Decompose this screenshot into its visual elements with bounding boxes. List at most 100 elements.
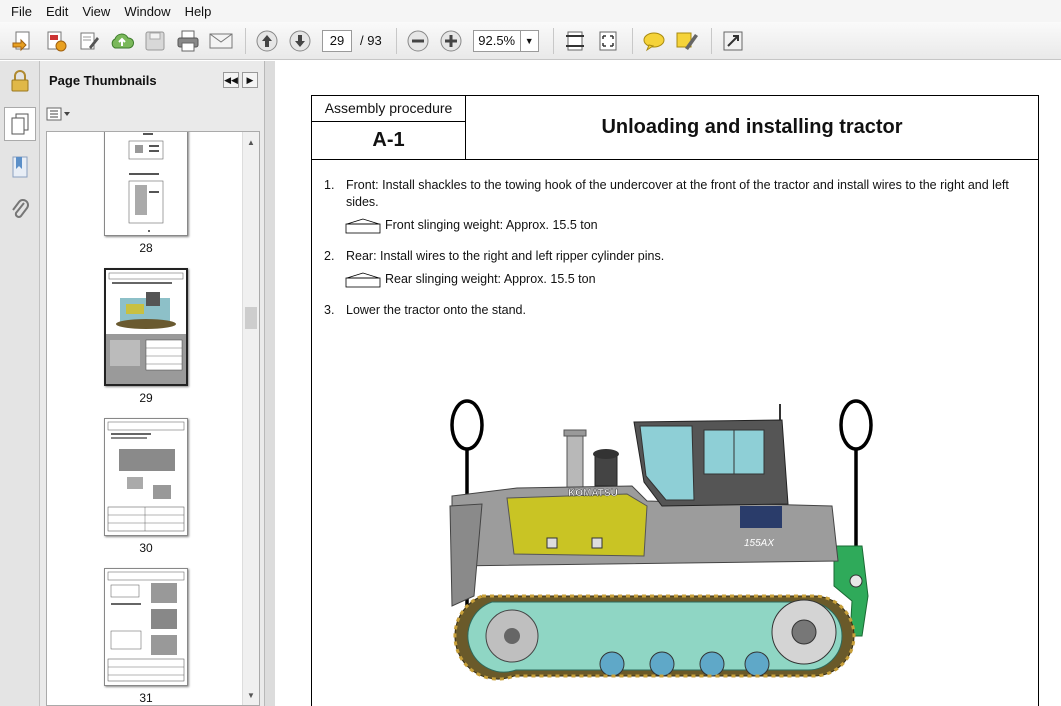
toolbar: 29 / 93 92.5% ▼ [0,22,1061,60]
document-page: Assembly procedure A-1 Unloading and ins… [311,95,1039,706]
toolbar-separator [395,27,397,54]
step-number: 3. [324,303,335,317]
page-number-input[interactable]: 29 [322,29,352,52]
zoom-select[interactable]: 92.5% ▼ [472,29,539,52]
menu-view[interactable]: View [75,4,117,19]
convert-pdf-button[interactable] [41,26,71,56]
menu-bar: File Edit View Window Help [0,0,1061,22]
menu-window[interactable]: Window [117,4,177,19]
plus-circle-icon [440,30,462,51]
scroll-up-icon[interactable]: ▲ [243,134,259,150]
previous-page-button[interactable] [252,26,282,56]
expand-icon [723,31,743,50]
full-screen-button[interactable] [718,26,748,56]
comment-button[interactable] [639,26,669,56]
edit-page-icon [80,32,99,49]
thumbnail-options-button[interactable] [46,107,72,121]
arrow-up-icon [256,30,278,51]
bookmarks-button[interactable] [6,153,34,181]
slinging-weight-text: Rear slinging weight: Approx. 15.5 ton [385,272,596,286]
toolbar-separator [710,27,712,54]
slinging-weight-note: Front slinging weight: Approx. 15.5 ton [345,217,1036,234]
save-icon [145,31,165,50]
document-view[interactable]: Assembly procedure A-1 Unloading and ins… [275,61,1061,706]
zoom-value: 92.5% [478,32,516,48]
navigation-icon-strip [0,61,40,706]
create-pdf-icon [12,31,30,51]
cloud-upload-icon [111,33,135,48]
step-item: 3. Lower the tractor onto the stand. [324,302,1036,319]
save-button[interactable] [140,26,170,56]
edit-button[interactable] [74,26,104,56]
thumbnail-list[interactable]: 28 29 30 31 ▲ ▼ [46,131,260,706]
bulldozer-illustration: KOMATSU 155AX [449,399,873,681]
page-title: Unloading and installing tractor [466,96,1038,160]
security-button[interactable] [6,67,34,95]
scrollbar-thumb[interactable] [245,307,257,329]
thumbnail-page-30[interactable] [104,418,188,536]
fit-window-button[interactable] [593,26,623,56]
toolbar-separator [552,27,554,54]
fit-page-button[interactable] [560,26,590,56]
thumbnail-page-31[interactable] [104,568,188,686]
highlight-button[interactable] [672,26,702,56]
collapse-panel-button[interactable]: ◀◀ [223,72,239,88]
page-thumbnails-button[interactable] [4,107,36,141]
toolbar-separator [631,27,633,54]
slinging-weight-note: Rear slinging weight: Approx. 15.5 ton [345,271,1036,288]
thumbnail-scrollbar[interactable]: ▲ ▼ [242,132,259,705]
highlighter-icon [676,32,698,50]
fit-page-icon [599,31,617,50]
step-number: 1. [324,178,335,192]
menu-edit[interactable]: Edit [39,4,75,19]
procedure-code: A-1 [372,129,405,151]
machine-model: 155AX [744,538,774,549]
print-button[interactable] [173,26,203,56]
minus-circle-icon [407,30,429,51]
page-preview [107,571,185,682]
machine-brand: KOMATSU [568,488,618,499]
bookmark-icon [12,156,28,178]
page-thumbnails-panel: Page Thumbnails ◀◀ ▶ 28 29 30 31 ▲ ▼ [40,61,265,706]
fit-width-icon [565,31,584,50]
panel-nav: ◀◀ ▶ [220,72,258,88]
procedure-label: Assembly procedure [312,96,465,122]
attachments-button[interactable] [6,195,34,223]
step-text: Rear: Install wires to the right and lef… [346,249,665,263]
thumbnail-label: 28 [139,241,153,255]
slinging-weight-text: Front slinging weight: Approx. 15.5 ton [385,218,598,232]
lock-icon [11,70,29,92]
page-preview [106,272,186,384]
thumbnail-label: 29 [139,391,153,405]
thumbnail-label: 31 [139,691,153,705]
chevron-down-icon[interactable]: ▼ [519,30,538,51]
weight-icon [345,272,381,287]
zoom-out-button[interactable] [403,26,433,56]
step-item: 2. Rear: Install wires to the right and … [324,248,1036,265]
zoom-in-button[interactable] [436,26,466,56]
procedure-steps: 1. Front: Install shackles to the towing… [324,177,1036,325]
weight-icon [345,218,381,233]
scroll-down-icon[interactable]: ▼ [243,687,259,703]
menu-file[interactable]: File [4,4,39,19]
create-pdf-button[interactable] [8,26,38,56]
toolbar-separator [245,27,246,54]
email-button[interactable] [206,26,236,56]
envelope-icon [209,33,233,48]
step-text: Lower the tractor onto the stand. [346,303,526,317]
procedure-header: Assembly procedure A-1 [312,96,466,160]
thumbnail-page-29[interactable] [104,268,188,386]
options-list-icon [46,107,70,121]
paperclip-icon [12,199,29,218]
page-preview [107,421,185,532]
page-preview [128,133,164,232]
step-text: Front: Install shackles to the towing ho… [346,178,1009,209]
next-page-button[interactable] [285,26,315,56]
thumbnail-page-28[interactable] [104,132,188,236]
panel-splitter[interactable] [265,61,275,706]
expand-panel-button[interactable]: ▶ [242,72,258,88]
menu-help[interactable]: Help [178,4,219,19]
upload-button[interactable] [107,26,137,56]
pdf-gear-icon [47,31,67,51]
pages-icon [11,113,29,135]
